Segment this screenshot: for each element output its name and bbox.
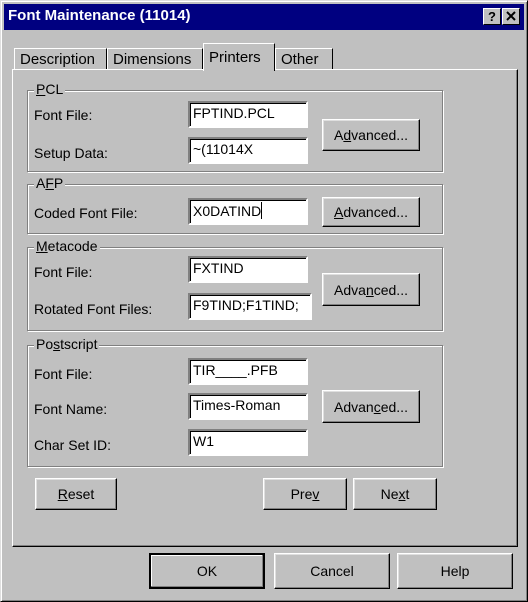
postscript-charset-input[interactable]: W1 [188, 429, 308, 456]
afp-group-label: AFP [34, 175, 66, 191]
pcl-advanced-button[interactable]: Advanced... [322, 119, 420, 151]
postscript-font-file-value: TIR____.PFB [193, 362, 278, 378]
help-glyph: ? [488, 9, 496, 24]
cancel-button[interactable]: Cancel [274, 553, 390, 589]
pcl-setup-data-input[interactable]: ~(11014X [188, 137, 308, 164]
next-label: Next [380, 486, 410, 502]
metacode-advanced-button[interactable]: Advanced... [322, 273, 420, 306]
font-maintenance-dialog: Font Maintenance (11014) ? Description D… [0, 0, 528, 602]
prev-button[interactable]: Prev [263, 478, 347, 510]
tab-printers[interactable]: Printers [203, 43, 275, 71]
metacode-group-label: Metacode [34, 238, 100, 254]
pcl-font-file-value: FPTIND.PCL [193, 105, 275, 121]
tab-printers-label: Printers [209, 49, 261, 66]
ok-label: OK [196, 563, 218, 579]
help-button[interactable]: Help [397, 553, 513, 589]
window-title: Font Maintenance (11014) [8, 7, 191, 24]
reset-button[interactable]: Reset [35, 478, 117, 510]
close-icon[interactable] [502, 8, 520, 25]
pcl-group: PCL Font File: FPTIND.PCL Setup Data: ~(… [27, 81, 443, 172]
tab-other-label: Other [281, 51, 319, 68]
postscript-font-name-label: Font Name: [34, 401, 108, 417]
tab-other[interactable]: Other [275, 48, 333, 70]
postscript-advanced-label: Advanced... [334, 398, 408, 415]
postscript-font-name-input[interactable]: Times-Roman [188, 393, 308, 420]
postscript-font-file-input[interactable]: TIR____.PFB [188, 358, 308, 385]
cancel-label: Cancel [310, 563, 354, 579]
title-bar[interactable]: Font Maintenance (11014) ? [4, 4, 524, 30]
pcl-group-label: PCL [34, 81, 66, 97]
afp-advanced-label: Advanced... [334, 204, 408, 220]
close-glyph [506, 11, 516, 21]
metacode-font-file-label: Font File: [34, 264, 93, 280]
metacode-group: Metacode Font File: FXTIND Rotated Font … [27, 238, 443, 331]
help-icon[interactable]: ? [483, 8, 501, 25]
metacode-rotated-label: Rotated Font Files: [34, 301, 153, 317]
tab-description-label: Description [20, 51, 96, 68]
metacode-rotated-input[interactable]: F9TIND;F1TIND; [188, 293, 312, 320]
postscript-charset-label: Char Set ID: [34, 437, 112, 453]
prev-label: Prev [290, 486, 320, 502]
metacode-font-file-value: FXTIND [193, 260, 244, 276]
reset-label: Reset [57, 486, 95, 502]
ok-button[interactable]: OK [149, 553, 265, 589]
postscript-charset-value: W1 [193, 433, 214, 449]
printers-tab-panel: PCL Font File: FPTIND.PCL Setup Data: ~(… [12, 69, 518, 547]
text-caret [261, 202, 263, 219]
postscript-group: Postscript Font File: TIR____.PFB Font N… [27, 336, 443, 467]
tab-dimensions[interactable]: Dimensions [107, 48, 203, 70]
metacode-font-file-input[interactable]: FXTIND [188, 256, 308, 283]
pcl-advanced-label: Advanced... [334, 127, 408, 143]
afp-coded-font-file-value: X0DATIND [193, 203, 262, 219]
postscript-font-name-value: Times-Roman [193, 397, 281, 413]
pcl-setup-data-label: Setup Data: [34, 145, 108, 161]
postscript-group-label: Postscript [34, 336, 100, 352]
metacode-advanced-label: Advanced... [334, 281, 408, 298]
afp-coded-font-file-input[interactable]: X0DATIND [188, 198, 308, 225]
afp-coded-font-file-label: Coded Font File: [34, 205, 138, 221]
help-label: Help [440, 563, 470, 579]
metacode-rotated-value: F9TIND;F1TIND; [193, 297, 299, 313]
afp-advanced-button[interactable]: Advanced... [322, 197, 420, 227]
tab-dimensions-label: Dimensions [113, 51, 192, 68]
pcl-font-file-input[interactable]: FPTIND.PCL [188, 101, 308, 128]
postscript-advanced-button[interactable]: Advanced... [322, 390, 420, 423]
tab-description[interactable]: Description [14, 48, 107, 70]
pcl-font-file-label: Font File: [34, 107, 93, 123]
next-button[interactable]: Next [353, 478, 437, 510]
postscript-font-file-label: Font File: [34, 366, 93, 382]
afp-group: AFP Coded Font File: X0DATIND Advanced..… [27, 175, 443, 234]
pcl-setup-data-value: ~(11014X [193, 141, 254, 157]
